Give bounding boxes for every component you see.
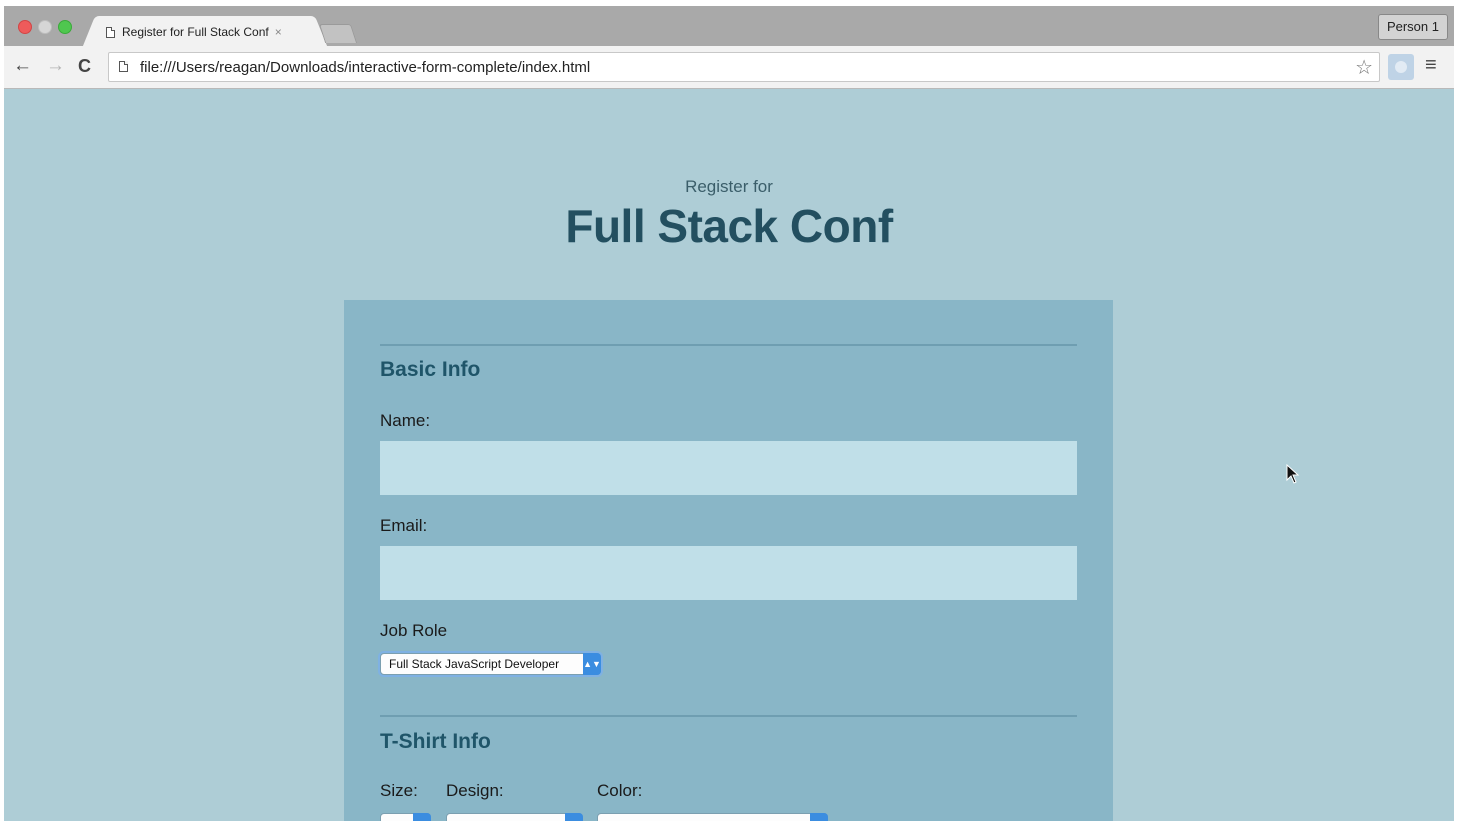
name-label: Name: (380, 411, 431, 430)
bookmark-star-icon[interactable]: ☆ (1355, 55, 1373, 80)
job-role-selected-value: Full Stack JavaScript Developer (389, 657, 560, 671)
tab-close-icon[interactable]: × (275, 25, 282, 39)
page-header: Register for Full Stack Conf (4, 177, 1454, 253)
minimize-window-button[interactable] (38, 20, 52, 34)
page-icon (119, 61, 128, 72)
select-arrows-icon: ▲▼ (583, 653, 601, 675)
email-input[interactable] (380, 546, 1077, 600)
profile-button[interactable]: Person 1 (1377, 14, 1448, 40)
browser-window: Register for Full Stack Conf × Person 1 … (4, 6, 1454, 89)
close-window-button[interactable] (18, 20, 32, 34)
tshirt-info-heading: T-Shirt Info (380, 730, 491, 753)
new-tab-button[interactable] (318, 24, 358, 43)
job-role-label: Job Role (380, 621, 448, 640)
name-input[interactable] (380, 441, 1077, 495)
page-viewport: Register for Full Stack Conf Basic Info … (4, 89, 1454, 821)
color-label: Color: (597, 781, 643, 800)
size-label: Size: (380, 781, 418, 800)
browser-tab[interactable]: Register for Full Stack Conf × (96, 16, 314, 46)
browser-toolbar: ← → C file:///Users/reagan/Downloads/int… (4, 46, 1454, 89)
design-select[interactable]: ▲▼ (446, 813, 583, 821)
basic-info-heading: Basic Info (380, 358, 481, 381)
page-title: Full Stack Conf (565, 200, 893, 252)
select-arrows-icon: ▲▼ (565, 813, 583, 821)
reload-icon[interactable]: C (78, 56, 91, 76)
email-label: Email: (380, 516, 428, 535)
tab-strip: Register for Full Stack Conf × Person 1 (4, 6, 1454, 46)
job-role-select[interactable]: Full Stack JavaScript Developer ▲▼ (380, 653, 601, 675)
color-select[interactable]: ▲▼ (597, 813, 828, 821)
address-bar[interactable]: file:///Users/reagan/Downloads/interacti… (108, 52, 1380, 82)
url-text[interactable]: file:///Users/reagan/Downloads/interacti… (140, 59, 590, 76)
menu-icon[interactable]: ≡ (1425, 54, 1437, 77)
select-arrows-icon: ▲▼ (810, 813, 828, 821)
design-label: Design: (446, 781, 504, 800)
section-divider (380, 344, 1077, 346)
size-select[interactable]: ▲▼ (380, 813, 431, 821)
maximize-window-button[interactable] (58, 20, 72, 34)
back-arrow-icon[interactable]: ← (13, 56, 32, 76)
select-arrows-icon: ▲▼ (413, 813, 431, 821)
section-divider (380, 715, 1077, 717)
page-subtitle: Register for (685, 177, 773, 196)
registration-form: Basic Info Name: Email: Job Role Full St… (344, 300, 1113, 821)
extension-icon[interactable] (1388, 54, 1414, 80)
tab-title: Register for Full Stack Conf (122, 25, 269, 39)
forward-arrow-icon[interactable]: → (46, 56, 65, 76)
page-icon (106, 26, 115, 38)
